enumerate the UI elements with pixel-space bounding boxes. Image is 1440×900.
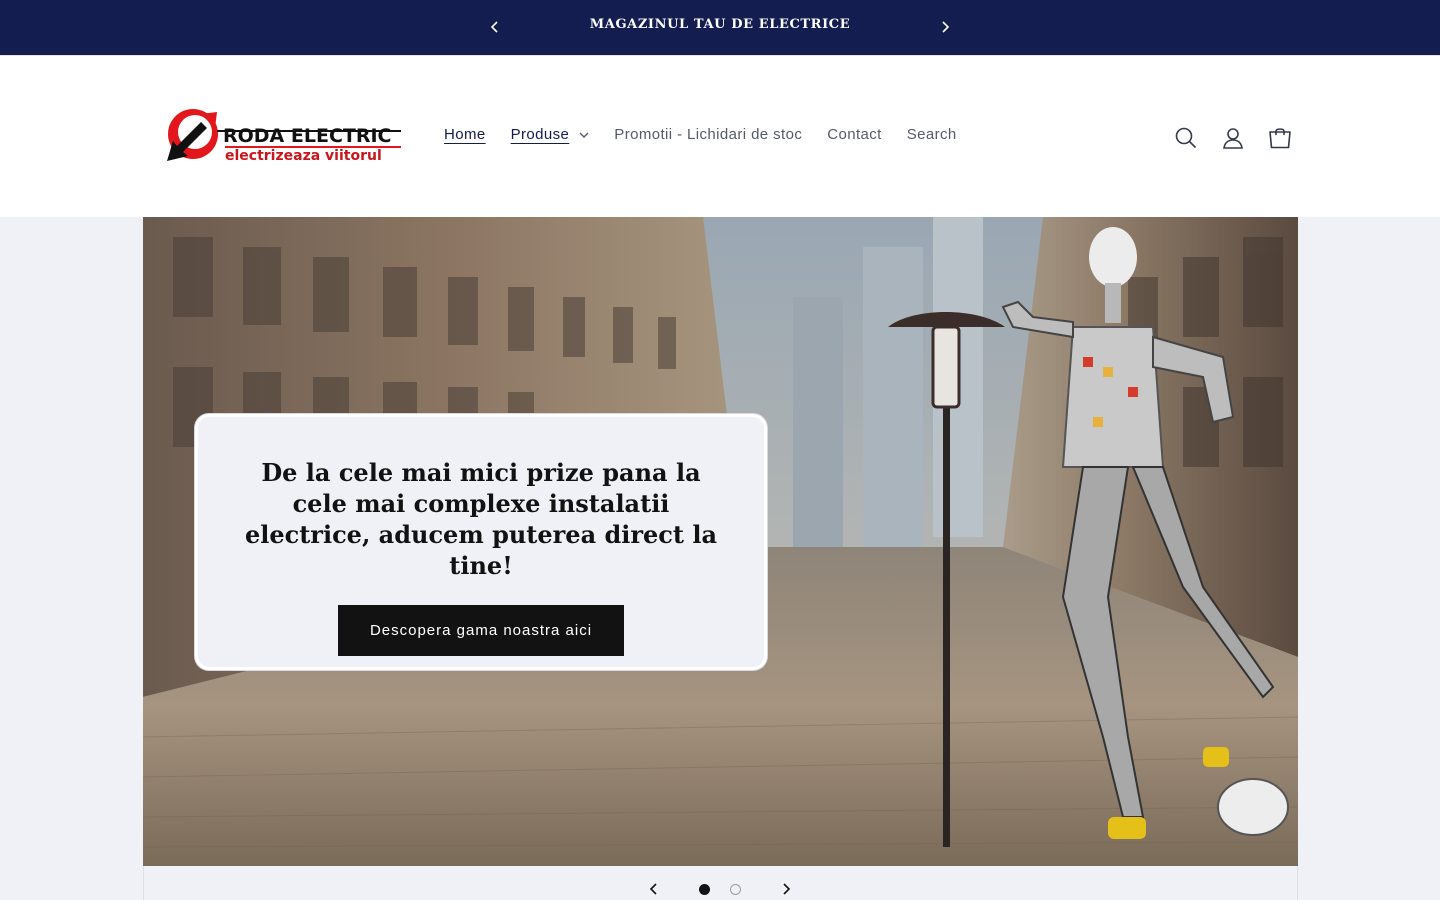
chevron-left-icon — [649, 883, 657, 895]
search-icon — [1175, 127, 1197, 149]
announcement-next-button[interactable] — [935, 17, 955, 37]
slide-dot-1[interactable] — [699, 884, 710, 895]
cart-button[interactable] — [1264, 122, 1296, 154]
chevron-right-icon — [942, 21, 950, 33]
nav-item-promotii[interactable]: Promotii - Lichidari de stoc — [614, 126, 802, 143]
cart-icon — [1269, 128, 1291, 149]
hero-slideshow: De la cele mai mici prize pana la cele m… — [0, 217, 1440, 900]
search-button[interactable] — [1170, 122, 1202, 154]
hero-content-card: De la cele mai mici prize pana la cele m… — [195, 414, 767, 670]
nav-item-search[interactable]: Search — [907, 126, 957, 143]
slide-next-button[interactable] — [776, 879, 796, 899]
nav-item-home[interactable]: Home — [444, 126, 486, 143]
chevron-left-icon — [490, 21, 498, 33]
nav-item-produse-label: Produse — [510, 126, 570, 143]
logo-brand-text: RODA ELECTRIC — [223, 125, 392, 147]
announcement-prev-button[interactable] — [485, 17, 505, 37]
logo[interactable]: RODA ELECTRIC electrizeaza viitorul — [165, 108, 405, 166]
announcement-text: MAGAZINUL TAU DE ELECTRICE — [589, 17, 851, 32]
announcement-bar: MAGAZINUL TAU DE ELECTRICE — [0, 0, 1440, 55]
hero-heading: De la cele mai mici prize pana la cele m… — [244, 458, 718, 580]
logo-mark-icon: RODA ELECTRIC electrizeaza viitorul — [167, 109, 401, 164]
chevron-right-icon — [783, 883, 791, 895]
account-icon — [1223, 128, 1243, 149]
main-nav: Home Produse Promotii - Lichidari de sto… — [444, 126, 982, 143]
site-header: RODA ELECTRIC electrizeaza viitorul Home… — [0, 55, 1440, 217]
logo-tagline-text: electrizeaza viitorul — [225, 148, 382, 164]
nav-item-produse[interactable]: Produse — [511, 126, 590, 143]
nav-item-contact[interactable]: Contact — [827, 126, 882, 143]
slideshow-controls — [143, 866, 1298, 900]
account-button[interactable] — [1217, 122, 1249, 154]
hero-cta-button[interactable]: Descopera gama noastra aici — [337, 605, 625, 656]
slide-prev-button[interactable] — [644, 879, 664, 899]
chevron-down-icon — [579, 132, 589, 138]
header-icons — [1170, 122, 1311, 154]
slide-dot-2[interactable] — [730, 884, 741, 895]
